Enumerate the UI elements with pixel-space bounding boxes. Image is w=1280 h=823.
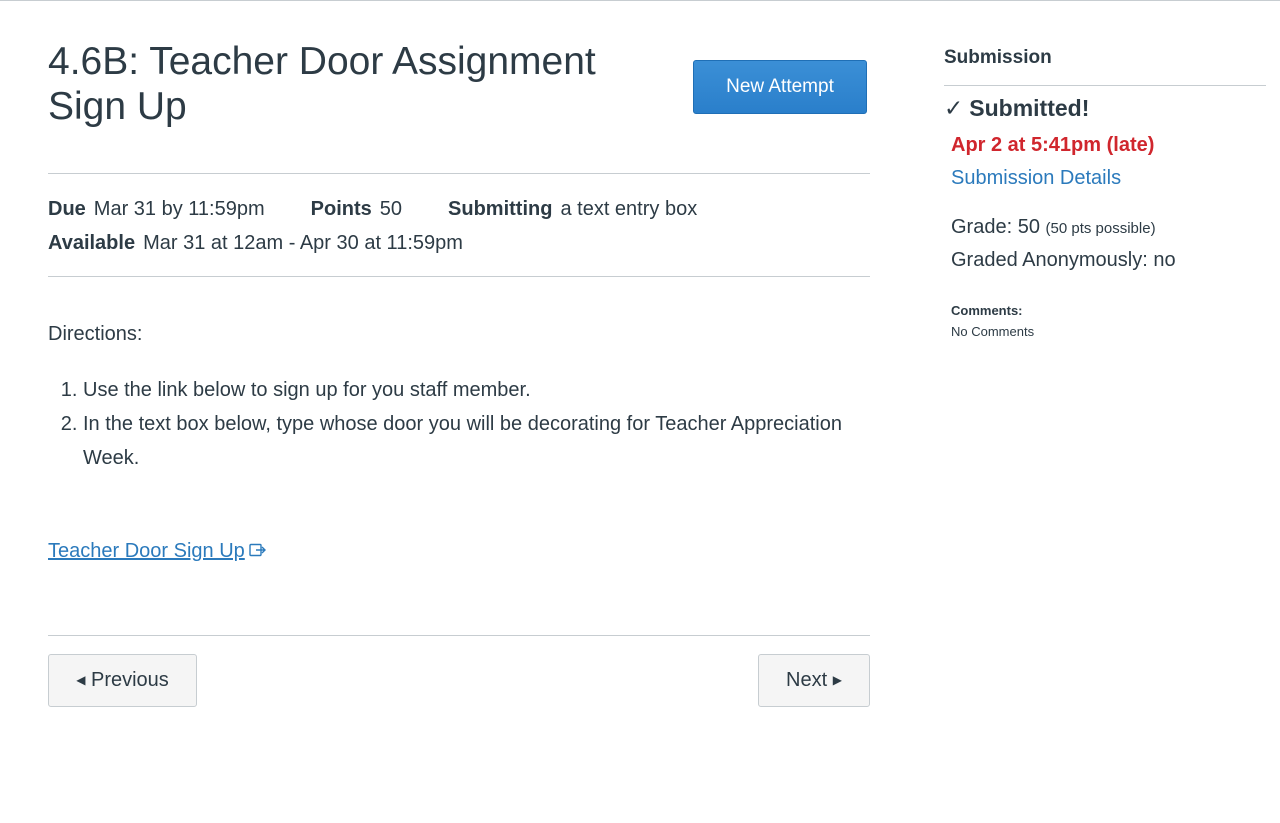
caret-right-icon: ▶	[832, 673, 842, 687]
checkmark-icon: ✓	[944, 95, 964, 121]
list-item: In the text box below, type whose door y…	[83, 407, 863, 475]
previous-label: Previous	[90, 669, 169, 691]
comments-value: No Comments	[951, 324, 1035, 339]
assignment-description: Directions: Use the link below to sign u…	[48, 277, 870, 636]
available-value: Mar 31 at 12am - Apr 30 at 11:59pm	[143, 232, 463, 254]
list-item: Use the link below to sign up for you st…	[83, 373, 863, 407]
grade-info: Grade: 50 (50 pts possible)	[951, 216, 1156, 239]
due-label: Due	[48, 198, 86, 220]
directions-list: Use the link below to sign up for you st…	[48, 373, 863, 475]
submitting-label: Submitting	[448, 198, 553, 220]
assignment-page: 4.6B: Teacher Door Assignment Sign Up Ne…	[0, 0, 1280, 823]
submitting-value: a text entry box	[560, 198, 698, 220]
details-row-2: Available Mar 31 at 12am - Apr 30 at 11:5…	[48, 232, 463, 255]
next-label: Next	[786, 669, 828, 691]
previous-button[interactable]: ◀ Previous	[48, 654, 197, 707]
points-label: Points	[310, 198, 372, 220]
external-link-icon	[249, 542, 267, 562]
available-label: Available	[48, 232, 136, 254]
next-button[interactable]: Next ▶	[758, 654, 870, 707]
grade-label: Grade: 50	[951, 216, 1040, 238]
submission-status: ✓ Submitted!	[944, 95, 1089, 122]
grade-possible: (50 pts possible)	[1045, 220, 1156, 237]
assignment-main: 4.6B: Teacher Door Assignment Sign Up Ne…	[48, 1, 870, 716]
module-pager: ◀ Previous Next ▶	[48, 636, 870, 716]
details-row-1: Due Mar 31 by 11:59pm Points 50 Submitting a …	[48, 198, 697, 221]
submission-details-link[interactable]: Submission Details	[951, 167, 1121, 190]
points-value: 50	[379, 198, 403, 220]
link-text: Teacher Door Sign Up	[48, 540, 245, 562]
submitted-date-late: Apr 2 at 5:41pm (late)	[951, 134, 1155, 156]
status-text: Submitted!	[969, 95, 1090, 121]
submission-sidebar: Submission ✓ Submitted! Apr 2 at 5:41pm (…	[944, 1, 1266, 339]
title-row: 4.6B: Teacher Door Assignment Sign Up Ne…	[48, 1, 870, 174]
due-value: Mar 31 by 11:59pm	[93, 198, 265, 220]
assignment-title: 4.6B: Teacher Door Assignment Sign Up	[48, 40, 596, 128]
teacher-door-sign-up-link[interactable]: Teacher Door Sign Up	[48, 540, 267, 563]
directions-heading: Directions:	[48, 323, 143, 345]
comments-label: Comments:	[951, 303, 1023, 318]
assignment-details: Due Mar 31 by 11:59pm Points 50 Submitting a …	[48, 174, 870, 277]
graded-anonymously: Graded Anonymously: no	[951, 249, 1176, 271]
new-attempt-button[interactable]: New Attempt	[693, 60, 867, 114]
submission-heading: Submission	[944, 1, 1266, 86]
caret-left-icon: ◀	[76, 673, 86, 687]
